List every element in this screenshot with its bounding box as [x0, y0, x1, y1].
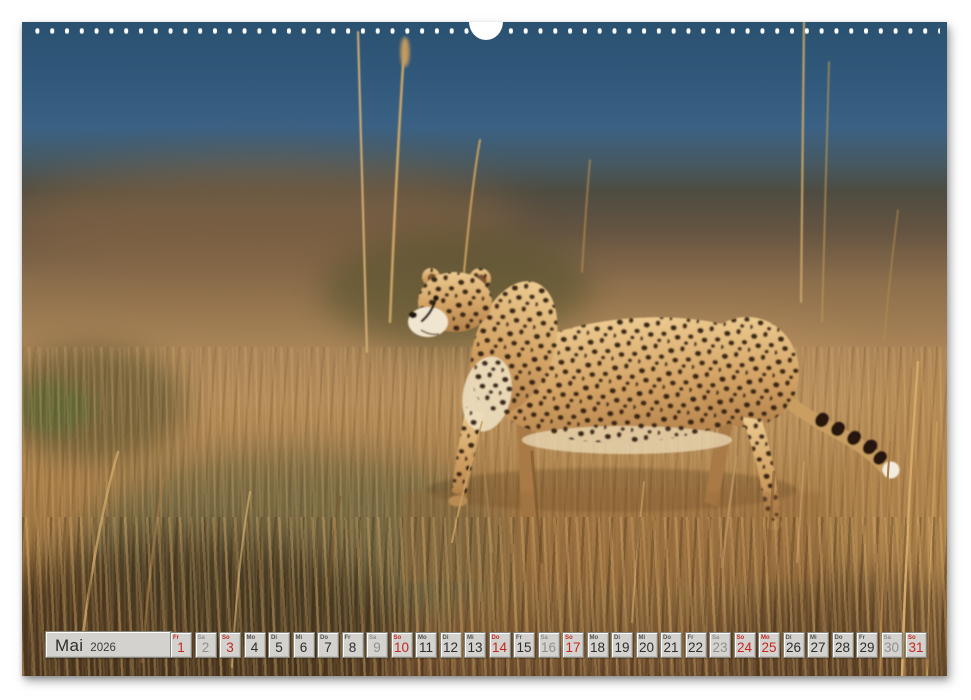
day-cell: Mo 18	[587, 632, 609, 658]
day-number: 17	[563, 641, 583, 655]
day-cell: Do 28	[832, 632, 854, 658]
month-name: Mai	[55, 636, 83, 656]
day-number: 24	[735, 641, 755, 655]
day-number: 19	[612, 641, 632, 655]
day-cell: Mi 27	[807, 632, 829, 658]
day-number: 20	[637, 641, 657, 655]
day-cell: Di 12	[440, 632, 462, 658]
day-cell: So 31	[905, 632, 927, 658]
year-label: 2026	[90, 642, 116, 654]
day-number: 12	[441, 641, 461, 655]
day-number: 14	[490, 641, 510, 655]
day-number: 21	[661, 641, 681, 655]
day-cell: Mi 13	[464, 632, 486, 658]
day-number: 3	[220, 641, 240, 655]
day-cell: Di 19	[611, 632, 633, 658]
day-cell: So 17	[562, 632, 584, 658]
day-cell: Mo 11	[415, 632, 437, 658]
day-cell: Do 14	[489, 632, 511, 658]
calendar-photo: Mai 2026 Fr 1 Sa 2 So 3 Mo 4 Di 5 Mi 6 D…	[22, 22, 947, 676]
day-number: 16	[539, 641, 559, 655]
day-cell: Do 21	[660, 632, 682, 658]
day-number: 4	[245, 641, 265, 655]
day-cell: Mi 6	[293, 632, 315, 658]
day-number: 8	[343, 641, 363, 655]
day-number: 11	[416, 641, 436, 655]
day-cell: Sa 30	[881, 632, 903, 658]
day-cell: Sa 9	[366, 632, 388, 658]
day-cell: So 10	[391, 632, 413, 658]
day-cell: Sa 23	[709, 632, 731, 658]
day-cell: Mi 20	[636, 632, 658, 658]
day-number: 1	[171, 641, 191, 655]
day-number: 2	[196, 641, 216, 655]
day-number: 28	[833, 641, 853, 655]
day-cell: Sa 16	[538, 632, 560, 658]
day-number: 29	[857, 641, 877, 655]
day-number: 25	[759, 641, 779, 655]
day-number: 31	[906, 641, 926, 655]
day-number: 23	[710, 641, 730, 655]
tail-white-tip	[883, 462, 900, 479]
cheetah-eye	[433, 295, 439, 301]
day-cell: Do 7	[317, 632, 339, 658]
day-cell: Fr 8	[342, 632, 364, 658]
day-cell: Fr 15	[513, 632, 535, 658]
day-cell: So 24	[734, 632, 756, 658]
day-number: 15	[514, 641, 534, 655]
day-cell: Di 5	[268, 632, 290, 658]
day-cell: Sa 2	[195, 632, 217, 658]
day-number: 26	[784, 641, 804, 655]
cheetah-muzzle	[408, 307, 448, 337]
day-number: 30	[882, 641, 902, 655]
day-number: 22	[686, 641, 706, 655]
day-number: 5	[269, 641, 289, 655]
day-cell: Mo 25	[758, 632, 780, 658]
day-number: 7	[318, 641, 338, 655]
day-number: 13	[465, 641, 485, 655]
day-cell: Fr 1	[170, 632, 192, 658]
day-number: 18	[588, 641, 608, 655]
day-number: 27	[808, 641, 828, 655]
day-cell: Fr 22	[685, 632, 707, 658]
calendar-page: Mai 2026 Fr 1 Sa 2 So 3 Mo 4 Di 5 Mi 6 D…	[0, 0, 971, 700]
day-number: 9	[367, 641, 387, 655]
day-cell: Mo 4	[244, 632, 266, 658]
day-cell: So 3	[219, 632, 241, 658]
day-number: 6	[294, 641, 314, 655]
day-number: 10	[392, 641, 412, 655]
day-cell: Di 26	[783, 632, 805, 658]
month-label-box: Mai 2026	[45, 631, 172, 658]
days-row: Fr 1 Sa 2 So 3 Mo 4 Di 5 Mi 6 Do 7 Fr 8 …	[170, 632, 927, 658]
day-cell: Fr 29	[856, 632, 878, 658]
